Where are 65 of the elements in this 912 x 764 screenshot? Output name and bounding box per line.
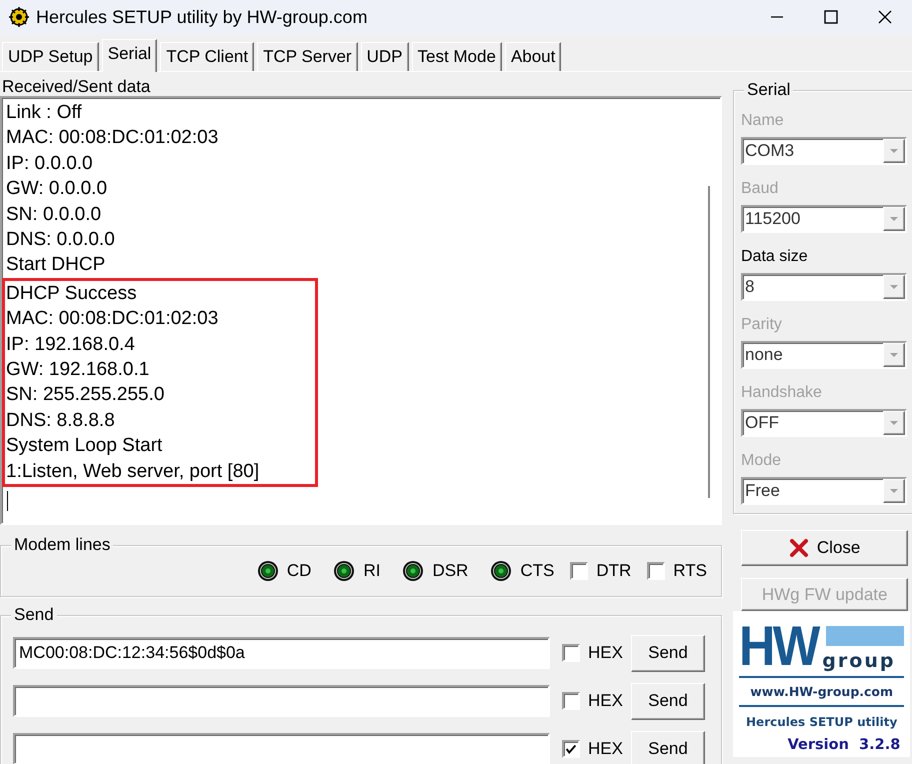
checkbox[interactable] — [647, 562, 666, 580]
log-line: MAC: 00:08:DC:01:02:03 — [6, 307, 218, 332]
checkbox-label: HEX — [588, 643, 623, 663]
maximize-icon[interactable] — [823, 9, 839, 25]
close-icon[interactable] — [877, 9, 893, 25]
gear-icon — [8, 6, 30, 28]
log-line: SN: 255.255.255.0 — [6, 383, 164, 408]
window-title: Hercules SETUP utility by HW-group.com — [36, 6, 368, 28]
log-area[interactable] — [0, 96, 722, 525]
section-label: Received/Sent data — [2, 77, 150, 96]
field-label: Data size — [741, 247, 808, 267]
input-field[interactable] — [13, 733, 550, 764]
log-line: Start DHCP — [6, 253, 106, 278]
tab[interactable]: Test Mode — [412, 42, 502, 71]
log-line: GW: 0.0.0.0 — [6, 177, 108, 202]
log-line: DNS: 8.8.8.8 — [6, 408, 115, 433]
version-label: Version 3.2.8 — [786, 737, 900, 753]
tab[interactable]: UDP Setup — [2, 42, 99, 71]
input-field[interactable]: MC00:08:DC:12:34:56$0d$0a — [13, 637, 550, 669]
send-button[interactable]: Send — [630, 634, 705, 672]
tab[interactable]: TCP Server — [257, 42, 358, 71]
close-button[interactable]: Close — [741, 530, 908, 566]
checkbox-label: HEX — [588, 691, 623, 711]
logo-url: www.HW-group.com — [739, 676, 904, 707]
tab[interactable]: Serial — [102, 39, 158, 72]
log-line: DHCP Success — [6, 282, 137, 306]
send-button[interactable]: Send — [630, 682, 705, 720]
log-line: SN: 0.0.0.0 — [6, 202, 102, 227]
line-label: DSR — [432, 561, 468, 581]
line-label: DTR — [596, 561, 632, 581]
logo-word: group — [822, 649, 896, 673]
log-line: Link : Off — [6, 101, 82, 125]
field-label: Baud — [741, 179, 778, 199]
input-field[interactable] — [13, 685, 550, 717]
checkmark-icon — [564, 742, 578, 756]
dropdown[interactable]: 8 — [741, 273, 907, 301]
field-label: Handshake — [741, 383, 822, 403]
checkbox[interactable] — [562, 644, 580, 662]
line-label: RTS — [673, 561, 707, 581]
log-line: System Loop Start — [6, 434, 162, 458]
checkbox-label: HEX — [588, 739, 623, 759]
log-line: MAC: 00:08:DC:01:02:03 — [6, 126, 218, 150]
checkbox[interactable] — [562, 692, 580, 710]
tab[interactable]: TCP Client — [160, 42, 254, 71]
field-label: Mode — [741, 451, 782, 471]
log-line: GW: 192.168.0.1 — [6, 358, 150, 382]
line-label: CD — [286, 561, 312, 581]
field-label: Name — [741, 111, 784, 131]
text-cursor — [7, 491, 8, 512]
log-line: IP: 192.168.0.4 — [6, 332, 135, 357]
checkbox[interactable] — [562, 740, 580, 758]
product-name: Hercules SETUP utility — [745, 715, 898, 729]
line-label: CTS — [520, 561, 554, 581]
log-line: IP: 0.0.0.0 — [6, 152, 93, 176]
send-button[interactable]: Send — [630, 730, 705, 764]
logo-mark: HW — [739, 619, 818, 673]
scrollbar-thumb[interactable] — [708, 186, 710, 498]
field-label: Parity — [741, 315, 782, 335]
log-line: DNS: 0.0.0.0 — [6, 228, 115, 252]
tab[interactable]: About — [504, 42, 562, 71]
line-label: RI — [363, 561, 380, 581]
x-icon — [788, 538, 809, 558]
checkbox[interactable] — [570, 562, 588, 580]
log-line: 1:Listen, Web server, port [80] — [6, 460, 260, 484]
tab[interactable]: UDP — [360, 42, 408, 71]
